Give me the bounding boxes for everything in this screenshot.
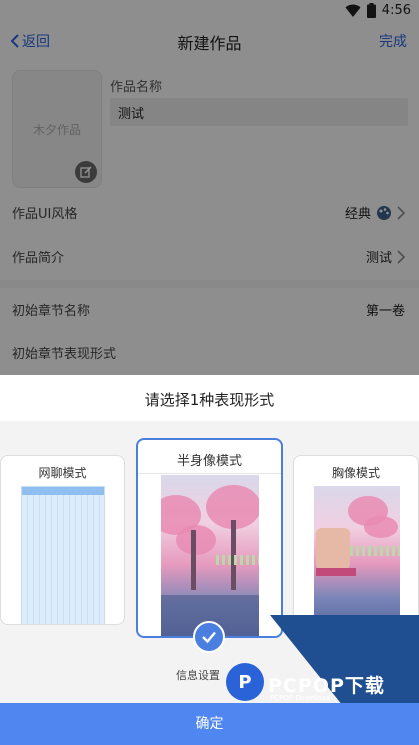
chat-mode-preview xyxy=(21,486,105,624)
sheet-header: 请选择1种表现形式 xyxy=(0,375,419,421)
bust-mode-preview xyxy=(314,486,400,624)
option-label: 胸像模式 xyxy=(331,466,380,480)
watermark-subtext: PCPOP Download xyxy=(270,694,331,702)
sheet-title: 请选择1种表现形式 xyxy=(144,391,275,409)
info-settings-label: 信息设置 xyxy=(176,669,220,682)
option-label: 半身像模式 xyxy=(176,454,242,469)
confirm-button[interactable]: 确定 xyxy=(0,703,419,745)
option-chat-mode[interactable]: 网聊模式 xyxy=(0,455,125,625)
mode-picker-sheet: 请选择1种表现形式 网聊模式 胸像模式 半身像模式 信息设置 P PCPOP下载… xyxy=(0,375,419,745)
modal-overlay[interactable] xyxy=(0,0,419,375)
option-label: 网聊模式 xyxy=(38,466,87,480)
selected-check-icon xyxy=(193,621,225,653)
option-bust-mode[interactable]: 胸像模式 xyxy=(293,455,419,625)
option-half-body-mode[interactable]: 半身像模式 xyxy=(136,438,283,638)
watermark-logo: P xyxy=(226,663,264,701)
half-body-mode-preview xyxy=(161,475,259,636)
